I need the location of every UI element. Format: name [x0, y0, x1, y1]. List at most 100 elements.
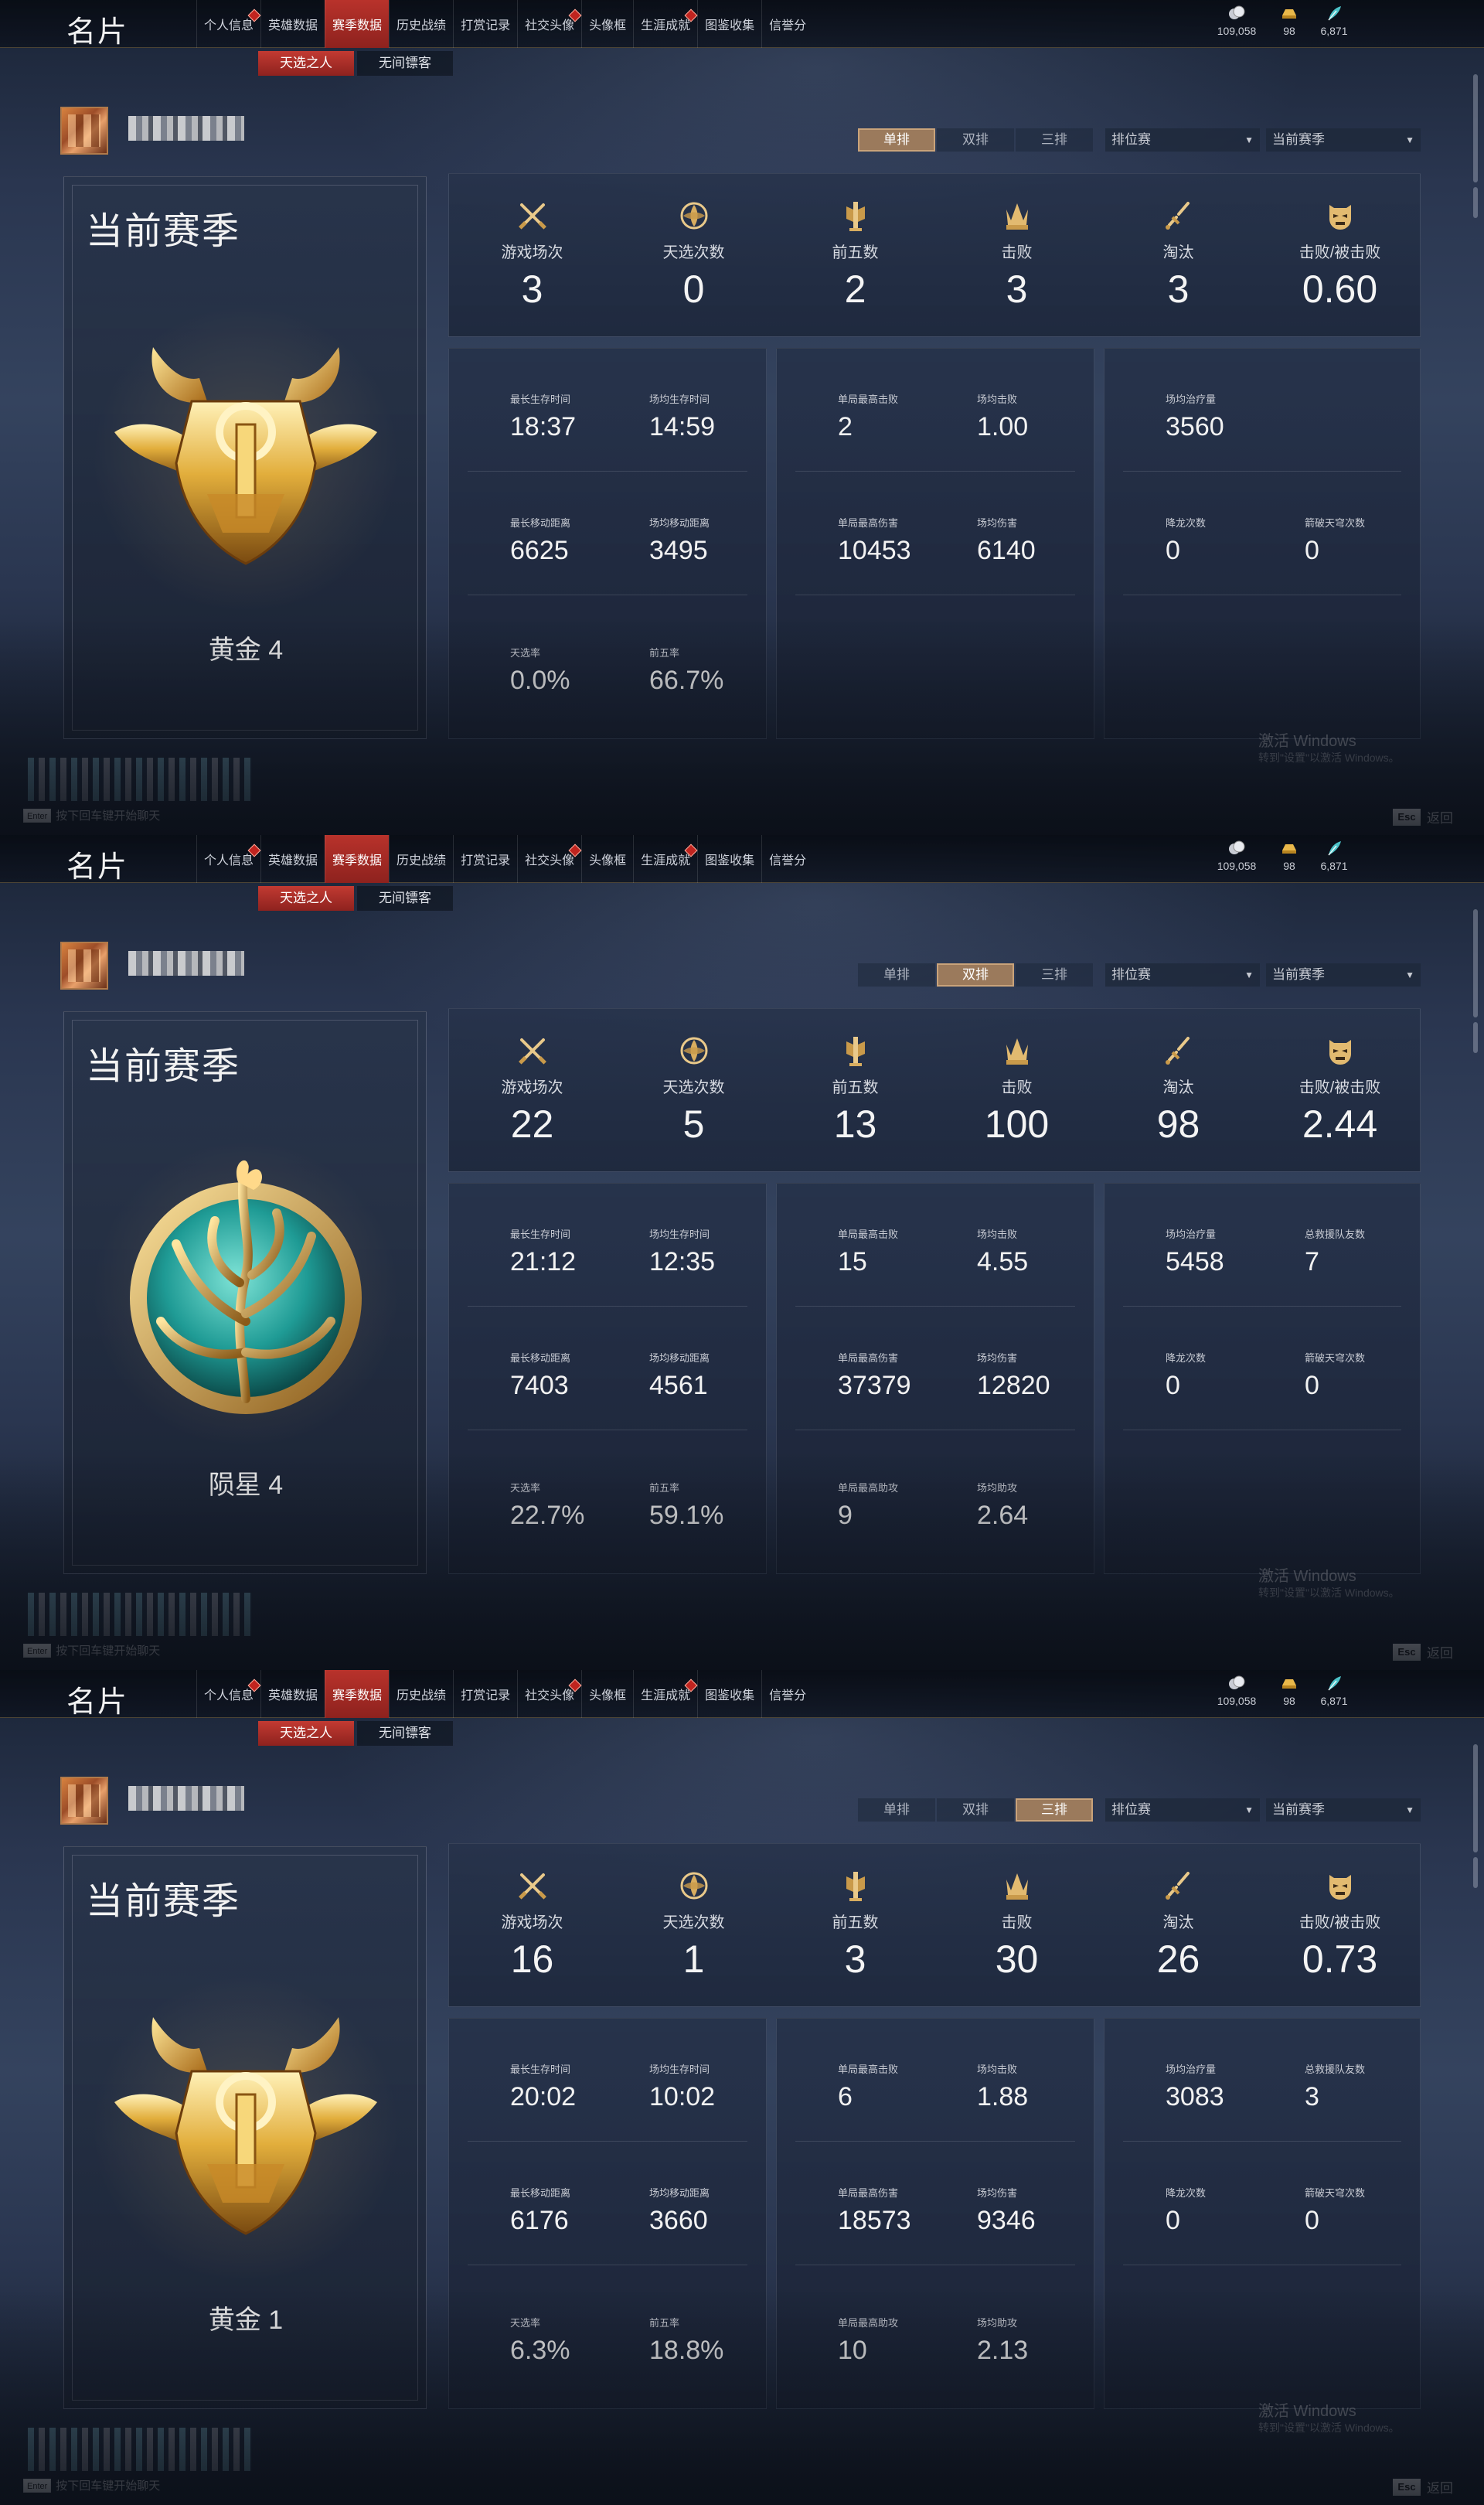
nav-tab[interactable]: 信誉分 [761, 1670, 813, 1718]
sub-tab[interactable]: 天选之人 [258, 1721, 354, 1746]
enter-key-icon: Enter [23, 2478, 52, 2493]
nav-tab[interactable]: 图鉴收集 [697, 835, 761, 883]
season-dropdown[interactable]: 当前赛季 ▼ [1266, 963, 1421, 987]
back-button[interactable]: Esc 返回 [1393, 2477, 1453, 2496]
season-dropdown[interactable]: 当前赛季 ▼ [1266, 128, 1421, 152]
match-type-dropdown[interactable]: 排位赛 ▼ [1105, 963, 1260, 987]
season-dropdown[interactable]: 当前赛季 ▼ [1266, 1798, 1421, 1822]
queue-mode-tab[interactable]: 双排 [937, 128, 1014, 152]
summary-stat-value: 100 [984, 1103, 1050, 1146]
chat-hint[interactable]: Enter 按下回车键开始聊天 [23, 807, 160, 823]
dropdown-value: 排位赛 [1111, 132, 1151, 147]
nav-tab[interactable]: 打赏记录 [453, 0, 517, 48]
sub-tab[interactable]: 无间镖客 [357, 1721, 453, 1746]
detail-stat: 最长移动距离 6625 [510, 515, 570, 566]
nav-tab[interactable]: 赛季数据 [325, 1670, 390, 1718]
lotus-emblem-icon [613, 1866, 774, 1905]
detail-stat: 前五率 66.7% [649, 645, 723, 696]
nav-tab[interactable]: 信誉分 [761, 0, 813, 48]
nav-tab[interactable]: 历史战绩 [389, 0, 453, 48]
chat-hint[interactable]: Enter 按下回车键开始聊天 [23, 1642, 160, 1658]
sub-tab[interactable]: 无间镖客 [357, 51, 453, 76]
scrollbar-thumb[interactable] [1473, 909, 1478, 1017]
nav-tab[interactable]: 打赏记录 [453, 835, 517, 883]
detail-stat: 场均移动距离 3660 [649, 2185, 710, 2236]
scrollbar-thumb[interactable] [1473, 1022, 1478, 1053]
coin-icon [1228, 5, 1245, 25]
queue-mode-tab[interactable]: 三排 [1016, 128, 1093, 152]
nav-tab[interactable]: 英雄数据 [260, 1670, 325, 1718]
summary-stat-value: 2 [844, 268, 866, 311]
nav-tab[interactable]: 社交头像 [517, 1670, 582, 1718]
summary-stat: 击败/被击败 0.60 [1259, 196, 1421, 312]
sub-tab[interactable]: 无间镖客 [357, 886, 453, 911]
nav-tab[interactable]: 社交头像 [517, 0, 582, 48]
detail-stat-value: 20:02 [510, 2082, 577, 2111]
gold-ingot-icon [1281, 5, 1298, 25]
nav-tab[interactable]: 历史战绩 [389, 1670, 453, 1718]
nav-tab[interactable]: 头像框 [581, 835, 633, 883]
queue-mode-tab[interactable]: 双排 [937, 1798, 1014, 1822]
queue-mode-tab[interactable]: 单排 [858, 128, 935, 152]
nav-tab[interactable]: 个人信息 [196, 835, 261, 883]
nav-tab[interactable]: 生涯成就 [633, 0, 698, 48]
detail-stat-label: 场均生存时间 [649, 394, 710, 405]
avatar[interactable] [60, 942, 108, 990]
scrollbar-thumb[interactable] [1473, 187, 1478, 218]
match-type-dropdown[interactable]: 排位赛 ▼ [1105, 1798, 1260, 1822]
queue-mode-tab[interactable]: 单排 [858, 963, 935, 987]
detail-stat-value: 4.55 [977, 1247, 1029, 1276]
nav-tab[interactable]: 英雄数据 [260, 0, 325, 48]
nav-tab[interactable]: 生涯成就 [633, 1670, 698, 1718]
gold-ingot-icon [1281, 840, 1298, 860]
avatar[interactable] [60, 107, 108, 155]
back-button[interactable]: Esc 返回 [1393, 1642, 1453, 1661]
nav-tab[interactable]: 赛季数据 [325, 0, 390, 48]
back-button[interactable]: Esc 返回 [1393, 807, 1453, 826]
detail-stat: 降龙次数 0 [1166, 515, 1206, 566]
nav-tab[interactable]: 赛季数据 [325, 835, 390, 883]
scrollbar-thumb[interactable] [1473, 1857, 1478, 1888]
sub-tab[interactable]: 天选之人 [258, 886, 354, 911]
nav-tab[interactable]: 个人信息 [196, 1670, 261, 1718]
scrollbar-thumb[interactable] [1473, 74, 1478, 182]
detail-stats-panel2 [776, 2018, 1094, 2409]
nav-tab[interactable]: 打赏记录 [453, 1670, 517, 1718]
nav-tab[interactable]: 图鉴收集 [697, 1670, 761, 1718]
avatar[interactable] [60, 1777, 108, 1825]
queue-mode-tab[interactable]: 三排 [1016, 1798, 1093, 1822]
nav-tab[interactable]: 英雄数据 [260, 835, 325, 883]
queue-mode-tab[interactable]: 双排 [937, 963, 1014, 987]
nav-tab[interactable]: 社交头像 [517, 835, 582, 883]
summary-stat-label: 前五数 [832, 1914, 879, 1931]
nav-tabs: 个人信息 英雄数据 赛季数据 历史战绩 打赏记录 社交头像 头像框 生涯成就 图鉴收集 信誉分 [196, 1670, 813, 1718]
summary-stat-label: 游戏场次 [501, 1079, 563, 1096]
nav-tab-label: 历史战绩 [397, 1689, 447, 1702]
detail-stat-value: 15 [838, 1247, 867, 1276]
sub-tab[interactable]: 天选之人 [258, 51, 354, 76]
nav-tab-label: 信誉分 [769, 1689, 807, 1702]
rank-card: 当前赛季 陨星 4 [63, 1011, 427, 1574]
nav-tab[interactable]: 生涯成就 [633, 835, 698, 883]
detail-stat-value: 0 [1166, 536, 1180, 565]
match-type-dropdown[interactable]: 排位赛 ▼ [1105, 128, 1260, 152]
nav-tab[interactable]: 个人信息 [196, 0, 261, 48]
nav-tab[interactable]: 信誉分 [761, 835, 813, 883]
nav-tab[interactable]: 头像框 [581, 0, 633, 48]
nav-tab[interactable]: 历史战绩 [389, 835, 453, 883]
nav-tab-label: 图鉴收集 [705, 854, 755, 867]
gold-horned-emblem-icon [107, 316, 385, 579]
detail-stat-value: 6140 [977, 536, 1036, 565]
chat-hint[interactable]: Enter 按下回车键开始聊天 [23, 2477, 160, 2493]
nav-tab[interactable]: 头像框 [581, 1670, 633, 1718]
detail-stats-panel3 [1104, 2018, 1421, 2409]
queue-mode-tab[interactable]: 三排 [1016, 963, 1093, 987]
queue-mode-tab[interactable]: 单排 [858, 1798, 935, 1822]
trident-crown-icon [936, 1031, 1098, 1070]
detail-stat: 单局最高伤害 18573 [838, 2185, 911, 2236]
detail-stat-label: 单局最高助攻 [838, 1482, 899, 1494]
scrollbar-thumb[interactable] [1473, 1744, 1478, 1852]
summary-stat: 击败/被击败 0.73 [1259, 1866, 1421, 1982]
nav-tab[interactable]: 图鉴收集 [697, 0, 761, 48]
dropdown-value: 排位赛 [1111, 1802, 1151, 1817]
